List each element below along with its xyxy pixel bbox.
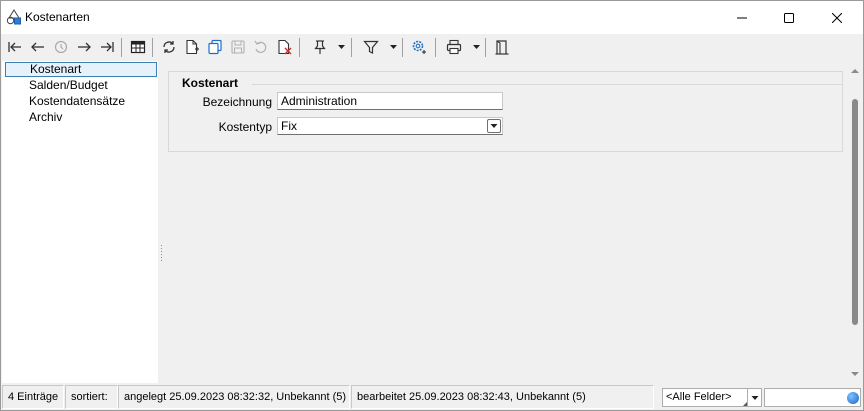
next-record-icon [78, 42, 91, 52]
save-icon [231, 40, 245, 54]
record-count: 4 Einträge [2, 385, 64, 409]
minimize-button[interactable] [719, 1, 765, 34]
search-input[interactable] [764, 388, 861, 407]
toolbar-separator [299, 38, 300, 57]
toolbar-separator [402, 38, 403, 57]
window-title: Kostenarten [25, 10, 90, 24]
toolbar-separator [351, 38, 352, 57]
scroll-up-icon[interactable] [851, 68, 859, 74]
kostentyp-value: Fix [281, 119, 297, 133]
group-title: Kostenart [179, 76, 242, 90]
field-filter-dropdown-button[interactable] [747, 388, 762, 407]
toolbar-separator [121, 38, 122, 57]
print-dropdown-icon[interactable] [473, 44, 480, 50]
kostentyp-select[interactable]: Fix [277, 117, 503, 135]
table-view-icon [130, 40, 146, 54]
undo-icon [254, 40, 267, 53]
kostentyp-label: Kostentyp [218, 120, 272, 134]
chevron-down-icon [751, 395, 758, 400]
copy-record-button[interactable] [205, 37, 225, 57]
toolbar-separator [435, 38, 436, 57]
tree-item-kostendatensaetze[interactable]: Kostendatensätze [5, 94, 157, 109]
print-icon [446, 39, 462, 55]
table-view-button[interactable] [128, 37, 148, 57]
toolbar [1, 34, 863, 61]
delete-record-icon [278, 39, 292, 55]
created-info: angelegt 25.09.2023 08:32:32, Unbekannt … [118, 385, 350, 409]
new-record-icon [186, 39, 199, 55]
scrollbar-thumb[interactable] [852, 99, 858, 325]
toolbar-separator [485, 38, 486, 57]
edited-info: bearbeitet 25.09.2023 08:32:43, Unbekann… [351, 385, 654, 409]
detail-panel: Kostenart Bezeichnung Administration Kos… [163, 61, 847, 383]
kostenart-group: Kostenart Bezeichnung Administration Kos… [168, 71, 843, 152]
previous-record-button[interactable] [28, 37, 48, 57]
field-filter-select[interactable]: <Alle Felder> [662, 388, 748, 407]
next-record-button[interactable] [74, 37, 94, 57]
shapes-app-icon [6, 9, 21, 25]
tree-item-kostenart[interactable]: Kostenart [5, 62, 157, 77]
refresh-button[interactable] [159, 37, 179, 57]
filter-dropdown-icon[interactable] [390, 44, 397, 50]
refresh-icon [163, 41, 175, 53]
delete-record-button[interactable] [274, 37, 294, 57]
last-record-icon [101, 42, 114, 52]
pin-button[interactable] [310, 37, 330, 57]
navigation-tree: Kostenart Salden/Budget Kostendatensätze… [2, 61, 158, 383]
title-bar: Kostenarten [1, 1, 863, 34]
group-divider [252, 84, 842, 85]
status-bar: 4 Einträge sortiert: angelegt 25.09.2023… [1, 383, 863, 410]
toolbar-separator [152, 38, 153, 57]
minimize-icon [737, 17, 747, 18]
pin-icon [314, 40, 326, 54]
history-button[interactable] [51, 37, 71, 57]
pin-dropdown-icon[interactable] [338, 44, 345, 50]
tree-item-archiv[interactable]: Archiv [5, 110, 157, 125]
settings-button[interactable] [409, 37, 429, 57]
close-button[interactable] [814, 1, 860, 34]
bezeichnung-field[interactable]: Administration [277, 92, 503, 110]
copy-record-icon [208, 39, 222, 55]
scroll-down-icon[interactable] [851, 371, 859, 377]
print-button[interactable] [444, 37, 464, 57]
maximize-button[interactable] [766, 1, 812, 34]
save-button[interactable] [228, 37, 248, 57]
filter-icon [363, 40, 379, 54]
first-record-icon [8, 42, 21, 52]
maximize-icon [784, 12, 794, 23]
close-icon [832, 12, 842, 23]
globe-search-icon[interactable] [847, 392, 859, 404]
filter-button[interactable] [361, 37, 381, 57]
undo-button[interactable] [251, 37, 271, 57]
last-record-button[interactable] [97, 37, 117, 57]
application-window: Kostenarten Kostenart Salden/Budget Kost… [0, 0, 864, 411]
first-record-button[interactable] [5, 37, 25, 57]
history-icon [54, 40, 68, 54]
settings-icon [412, 40, 426, 54]
new-record-button[interactable] [182, 37, 202, 57]
exit-button[interactable] [492, 37, 512, 57]
chevron-down-icon [490, 124, 498, 128]
sort-status: sortiert: [65, 385, 118, 409]
vertical-scrollbar[interactable] [847, 61, 863, 383]
kostentyp-dropdown-button[interactable] [487, 119, 501, 133]
exit-icon [495, 40, 509, 55]
tree-item-salden-budget[interactable]: Salden/Budget [5, 78, 157, 93]
previous-record-icon [31, 42, 44, 52]
bezeichnung-label: Bezeichnung [202, 95, 272, 109]
